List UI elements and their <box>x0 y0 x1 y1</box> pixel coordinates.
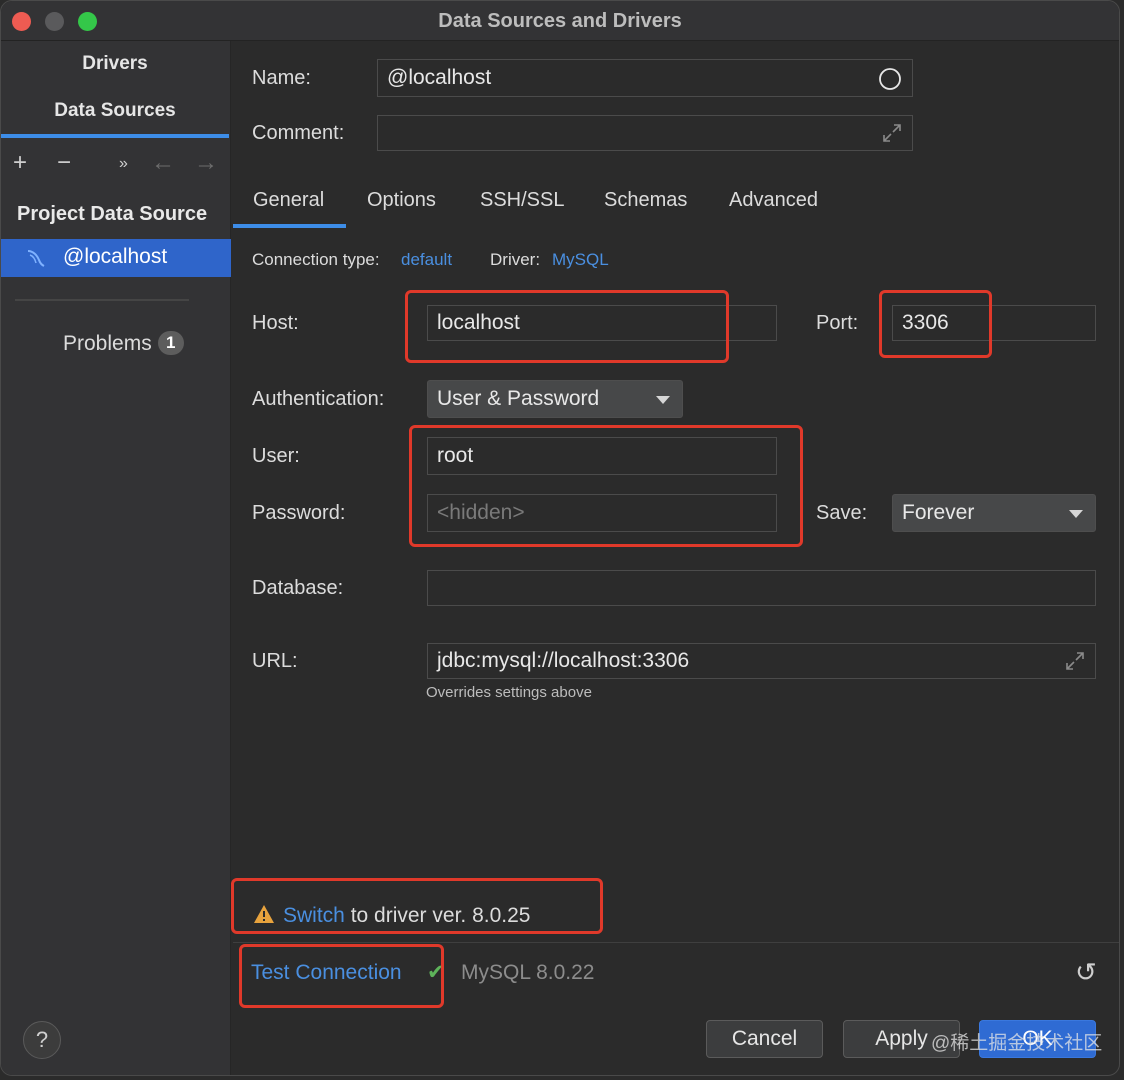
footer-divider <box>233 942 1119 943</box>
expand-icon[interactable] <box>882 123 902 143</box>
sidebar: Drivers Data Sources + − » ← → Project D… <box>1 41 231 1075</box>
user-label: User: <box>252 445 300 467</box>
user-input[interactable]: root <box>427 437 777 475</box>
circle-icon[interactable] <box>878 67 902 91</box>
title-bar: Data Sources and Drivers <box>1 1 1119 41</box>
host-input[interactable]: localhost <box>427 305 777 341</box>
forward-arrow-icon[interactable]: → <box>194 149 218 177</box>
name-input[interactable]: @localhost <box>377 59 913 97</box>
active-tab-indicator <box>1 134 229 138</box>
port-input[interactable]: 3306 <box>892 305 1096 341</box>
sidebar-item-localhost[interactable]: @localhost <box>1 239 231 277</box>
tab-options[interactable]: Options <box>367 189 436 212</box>
save-select[interactable]: Forever <box>892 494 1096 532</box>
password-input[interactable]: <hidden> <box>427 494 777 532</box>
problems-label: Problems <box>63 332 152 355</box>
database-label: Database: <box>252 577 344 599</box>
port-label: Port: <box>816 312 859 334</box>
name-label: Name: <box>252 67 311 89</box>
active-tab-indicator <box>233 224 346 228</box>
warning-icon <box>254 905 274 923</box>
authentication-label: Authentication: <box>252 388 385 410</box>
back-arrow-icon[interactable]: ← <box>151 149 175 177</box>
tab-schemas[interactable]: Schemas <box>604 189 687 212</box>
add-icon[interactable]: + <box>13 149 27 177</box>
connection-type-label: Connection type: <box>252 250 380 269</box>
database-input[interactable] <box>427 570 1096 606</box>
save-label: Save: <box>816 502 868 524</box>
tab-drivers[interactable]: Drivers <box>1 53 229 75</box>
tab-general[interactable]: General <box>253 189 324 212</box>
password-label: Password: <box>252 502 346 524</box>
test-connection-link[interactable]: Test Connection <box>251 961 402 985</box>
window-title: Data Sources and Drivers <box>438 10 682 32</box>
tab-advanced[interactable]: Advanced <box>729 189 818 212</box>
switch-driver-link[interactable]: Switch <box>283 904 345 927</box>
revert-icon[interactable]: ↺ <box>1075 957 1097 988</box>
url-hint: Overrides settings above <box>426 684 592 701</box>
host-label: Host: <box>252 312 299 334</box>
driver-link[interactable]: MySQL <box>552 250 609 270</box>
expand-icon[interactable] <box>1065 651 1085 671</box>
dialog-window: Data Sources and Drivers Drivers Data So… <box>0 0 1120 1076</box>
authentication-value: User & Password <box>437 387 600 410</box>
mysql-dolphin-icon <box>27 250 45 267</box>
warning-text: to driver ver. 8.0.25 <box>344 904 531 927</box>
save-value: Forever <box>902 501 975 524</box>
url-label: URL: <box>252 650 298 672</box>
watermark: @稀土掘金技术社区 <box>931 1033 1103 1054</box>
authentication-select[interactable]: User & Password <box>427 380 683 418</box>
driver-warning: Switch to driver ver. 8.0.25 <box>253 904 530 928</box>
remove-icon[interactable]: − <box>57 149 71 177</box>
problems-count-badge: 1 <box>157 331 184 355</box>
comment-input[interactable] <box>377 115 913 151</box>
problems-item[interactable]: Problems 1 <box>63 331 184 356</box>
sidebar-divider <box>15 299 189 301</box>
tab-ssh-ssl[interactable]: SSH/SSL <box>480 189 564 212</box>
check-icon: ✔ <box>427 961 445 984</box>
cancel-button[interactable]: Cancel <box>706 1020 823 1058</box>
driver-label: Driver: <box>490 250 541 269</box>
chevron-down-icon <box>656 396 670 404</box>
project-data-sources-header: Project Data Source <box>17 203 208 225</box>
tab-data-sources[interactable]: Data Sources <box>1 100 229 122</box>
comment-label: Comment: <box>252 122 345 144</box>
more-icon[interactable]: » <box>119 155 128 173</box>
url-input[interactable]: jdbc:mysql://localhost:3306 <box>427 643 1096 679</box>
sidebar-item-label: @localhost <box>63 245 168 268</box>
url-value: jdbc:mysql://localhost:3306 <box>437 649 690 672</box>
db-version-text: MySQL 8.0.22 <box>461 961 595 984</box>
help-button[interactable]: ? <box>23 1021 61 1059</box>
chevron-down-icon <box>1069 510 1083 518</box>
name-value: @localhost <box>387 66 492 89</box>
connection-type-link[interactable]: default <box>401 250 452 270</box>
